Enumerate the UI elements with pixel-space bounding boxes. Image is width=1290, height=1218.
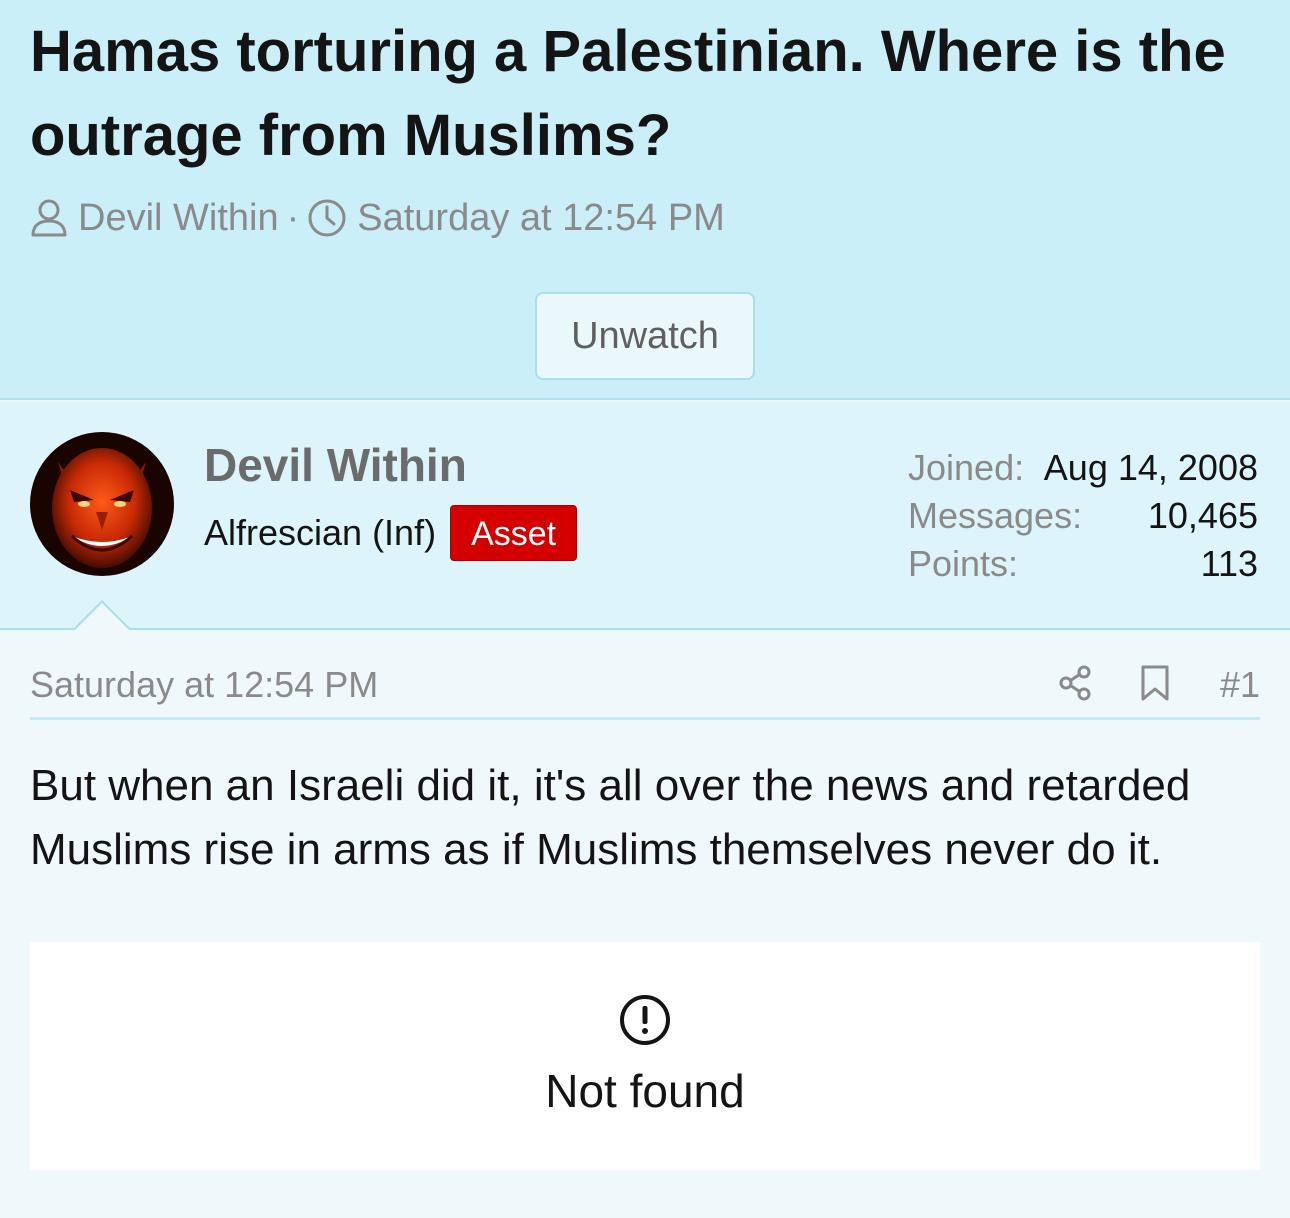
stat-value: 10,465 — [1147, 495, 1258, 536]
post: Saturday at 12:54 PM #1 But when an Isra… — [0, 632, 1290, 1218]
post-body: But when an Israeli did it, it's all ove… — [30, 761, 1191, 874]
unwatch-button[interactable]: Unwatch — [535, 292, 755, 380]
stat-value: 113 — [1200, 543, 1258, 584]
stat-joined: Joined: Aug 14, 2008 — [908, 444, 1258, 492]
thread-title: Hamas torturing a Palestinian. Where is … — [30, 19, 1226, 168]
thread-author-link[interactable]: Devil Within — [78, 197, 279, 240]
avatar[interactable] — [30, 432, 174, 576]
post-number-link[interactable]: #1 — [1220, 664, 1260, 706]
bookmark-icon[interactable] — [1140, 664, 1170, 707]
post-actions: #1 — [1058, 660, 1260, 710]
share-icon[interactable] — [1058, 665, 1092, 706]
alert-circle-icon — [619, 994, 671, 1051]
user-badge: Asset — [450, 505, 578, 561]
thread-header: Hamas torturing a Palestinian. Where is … — [0, 0, 1290, 400]
stat-label: Messages: — [908, 495, 1083, 536]
stat-messages: Messages: 10,465 — [908, 492, 1258, 540]
embed-box: Not found — [30, 942, 1260, 1170]
user-stats: Joined: Aug 14, 2008 Messages: 10,465 Po… — [908, 444, 1258, 588]
not-found-text: Not found — [545, 1065, 745, 1117]
stat-points: Points: 113 — [908, 540, 1258, 588]
stat-label: Points: — [908, 543, 1019, 584]
username-link[interactable]: Devil Within — [204, 438, 467, 492]
post-header: Saturday at 12:54 PM #1 — [30, 660, 1260, 720]
user-title-row: Alfrescian (Inf) Asset — [204, 504, 578, 562]
user-block: Devil Within Alfrescian (Inf) Asset Join… — [0, 402, 1290, 630]
meta-separator: · — [286, 196, 300, 239]
stat-label: Joined: — [908, 447, 1025, 488]
clock-icon — [307, 198, 347, 238]
user-title: Alfrescian (Inf) — [204, 512, 437, 553]
user-icon — [30, 198, 68, 238]
stat-value: Aug 14, 2008 — [1043, 447, 1258, 488]
post-date-link[interactable]: Saturday at 12:54 PM — [30, 664, 378, 706]
thread-date-link[interactable]: Saturday at 12:54 PM — [357, 197, 725, 240]
thread-meta: Devil Within · Saturday at 12:54 PM — [30, 192, 725, 244]
user-arrow-fill — [74, 603, 130, 631]
